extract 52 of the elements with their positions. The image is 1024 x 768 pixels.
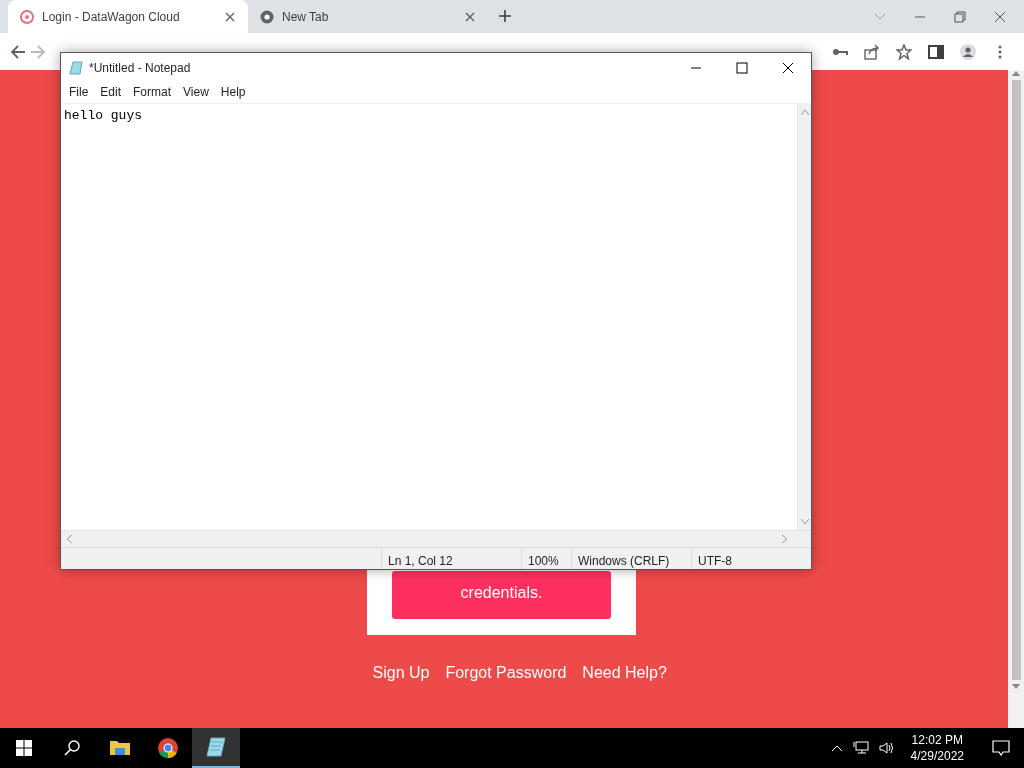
status-text: UTF-8 — [691, 548, 801, 569]
profile-icon[interactable] — [960, 43, 976, 60]
close-icon[interactable] — [994, 10, 1006, 23]
plus-icon[interactable] — [498, 9, 512, 23]
footer-link[interactable]: Sign Up — [372, 664, 430, 681]
status-text: 100% — [521, 548, 571, 569]
menu-item[interactable]: Format — [127, 83, 178, 103]
footer-link[interactable]: Forgot Password — [445, 664, 567, 681]
share-icon[interactable] — [864, 43, 880, 60]
notification-icon[interactable] — [992, 740, 1010, 756]
submit-button[interactable]: credentials. — [392, 571, 611, 619]
volume-icon[interactable] — [878, 741, 895, 755]
network-icon[interactable] — [852, 741, 869, 755]
tab-title: New Tab — [282, 8, 329, 26]
star-icon[interactable] — [896, 43, 912, 60]
close-icon[interactable] — [224, 10, 236, 23]
globe-icon — [20, 9, 34, 24]
back-icon[interactable] — [10, 43, 26, 60]
menu-item[interactable]: File — [63, 83, 95, 103]
horizontal-scrollbar[interactable] — [61, 530, 811, 547]
window-title: *Untitled - Notepad — [89, 60, 191, 77]
chevron-up-icon[interactable] — [830, 744, 843, 752]
notepad-icon — [205, 736, 227, 758]
text-area[interactable]: hello guys — [61, 104, 797, 530]
scroll-right-icon — [782, 535, 787, 543]
tab-title: Login - DataWagon Cloud — [42, 8, 180, 26]
chrome-icon — [157, 737, 179, 759]
notepad-icon — [69, 61, 83, 75]
side-panel-icon[interactable] — [928, 43, 944, 60]
scroll-up-icon — [800, 110, 809, 115]
search-icon — [64, 740, 80, 756]
status-text: Windows (CRLF) — [571, 548, 691, 569]
menu-item[interactable]: View — [177, 83, 215, 103]
close-icon — [782, 62, 794, 74]
vertical-scrollbar[interactable] — [797, 104, 811, 530]
clock[interactable]: 12:02 PM 4/29/2022 — [904, 732, 970, 764]
menu-item[interactable]: Edit — [94, 83, 128, 103]
footer-link[interactable]: Need Help? — [582, 664, 667, 681]
close-icon[interactable] — [464, 10, 476, 23]
scroll-down-icon — [1012, 684, 1020, 690]
taskbar-app[interactable] — [192, 728, 240, 768]
restore-icon[interactable] — [954, 10, 966, 23]
maximize-icon — [736, 62, 748, 74]
status-text: Ln 1, Col 12 — [381, 548, 521, 569]
scroll-left-icon — [67, 535, 72, 543]
scroll-down-icon — [800, 519, 809, 524]
browser-tab[interactable]: Login - DataWagon Cloud — [8, 0, 248, 33]
windows-icon — [16, 740, 32, 756]
browser-tab[interactable]: New Tab — [248, 0, 488, 33]
menu-item[interactable]: Help — [214, 83, 252, 103]
scrollbar[interactable] — [1008, 70, 1024, 728]
chrome-icon — [260, 9, 274, 24]
